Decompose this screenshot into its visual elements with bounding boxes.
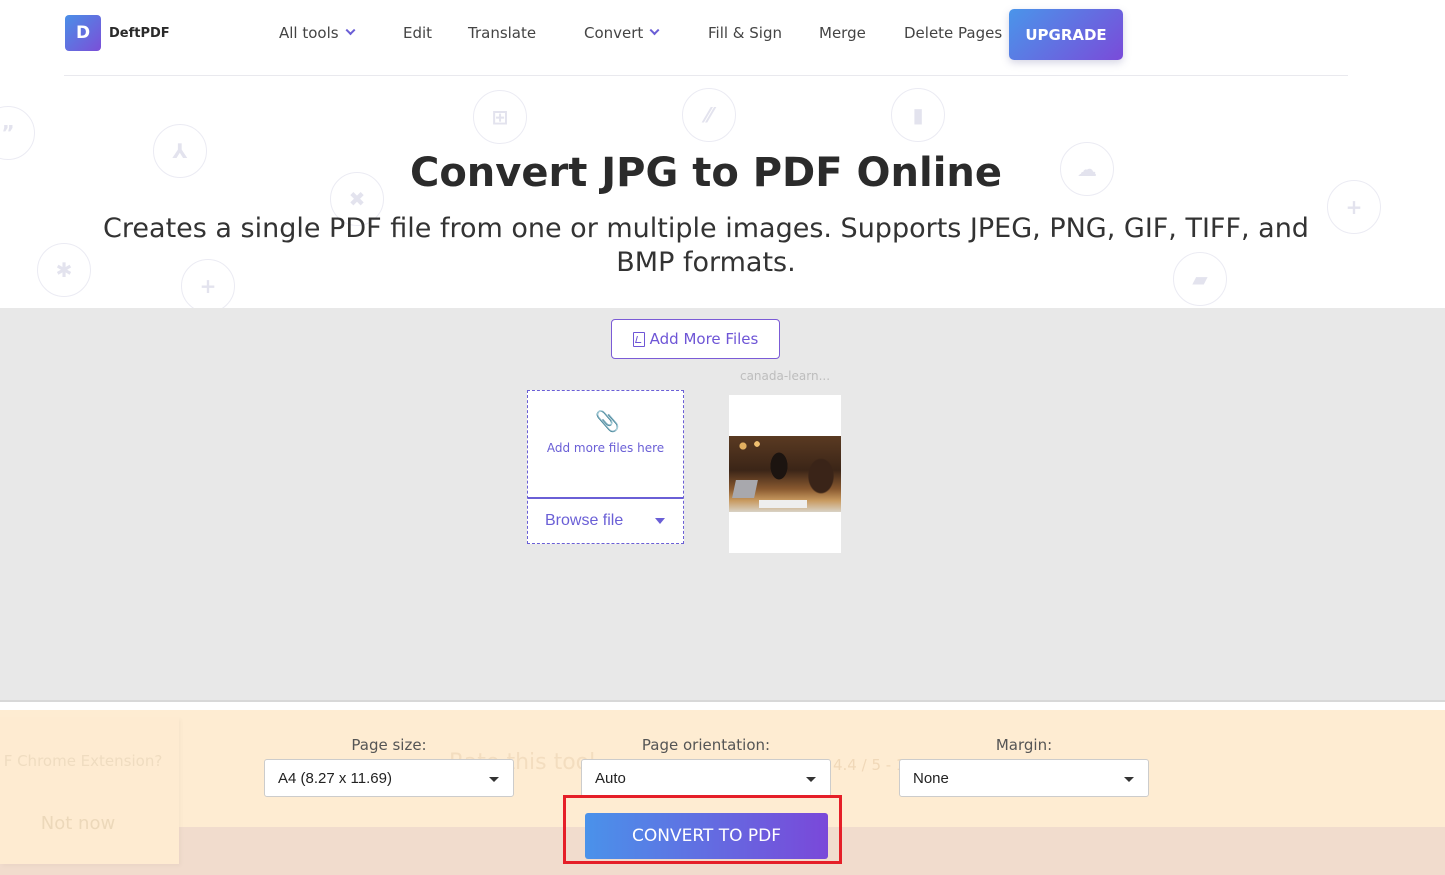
caret-down-icon [489,777,499,782]
page-subtitle: Creates a single PDF file from one or mu… [103,213,1309,278]
page-orientation-label: Page orientation: [641,736,771,754]
hero-section: ” ⅄ ✖ ✱ + ⊞ ⁄⁄ ▮ ☁ + ▰ Convert JPG to PD… [0,76,1445,308]
page-title: Convert JPG to PDF Online [409,150,1003,196]
page-size-value: A4 (8.27 x 11.69) [278,769,392,787]
page-orientation-value: Auto [595,769,626,787]
logo-text: DeftPDF [109,25,170,41]
pdf-file-icon [632,331,645,347]
logo-mark: D [65,15,101,51]
margin-select[interactable]: None [899,759,1149,797]
margin-label: Margin: [995,736,1053,754]
file-name: canada-learn... [739,369,831,383]
caret-down-icon [806,777,816,782]
nav-edit[interactable]: Edit [403,24,432,42]
upgrade-button[interactable]: UPGRADE [1009,9,1123,60]
nav-convert[interactable]: Convert [584,24,660,42]
not-now-button[interactable]: Not now [0,813,156,834]
nav-translate[interactable]: Translate [468,24,536,42]
file-dropzone[interactable]: 📎 Add more files here Browse file [527,390,684,544]
add-more-files-button[interactable]: Add More Files [611,319,780,359]
chevron-down-icon [649,25,660,36]
image-detail [759,500,807,508]
paperclip-icon: 📎 [595,409,620,433]
nav-fill-sign[interactable]: Fill & Sign [708,24,782,42]
nav-label: All tools [279,24,339,42]
nav-all-tools[interactable]: All tools [279,24,356,42]
top-navigation: D DeftPDF All tools Edit Translate Conve… [0,0,1445,76]
nav-delete-pages[interactable]: Delete Pages [904,24,1002,42]
stripes-icon: ⁄⁄ [682,88,736,142]
page-orientation-select[interactable]: Auto [581,759,831,797]
chevron-down-icon [345,25,356,36]
dropzone-text: Add more files here [546,441,665,455]
extension-question: F Chrome Extension? [3,752,163,770]
add-more-files-label: Add More Files [649,330,759,348]
extension-popup: F Chrome Extension? Not now [0,717,179,864]
nav-merge[interactable]: Merge [819,24,866,42]
caret-down-icon [1124,777,1134,782]
rating-score: 4.4 / 5 - 1 [833,756,906,774]
nav-label: Convert [584,24,644,42]
bookmark-icon: ▮ [891,88,945,142]
margin-value: None [913,769,949,787]
image-preview [729,436,841,512]
image-detail [732,480,758,498]
browse-file-dropdown[interactable]: Browse file [528,499,683,543]
file-thumbnail[interactable] [729,395,841,553]
grid-icon: ⊞ [473,90,527,144]
convert-to-pdf-button[interactable]: CONVERT TO PDF [585,813,828,859]
page-size-label: Page size: [351,736,427,754]
browse-file-label: Browse file [545,512,624,529]
logo[interactable]: D DeftPDF [65,15,170,51]
page-size-select[interactable]: A4 (8.27 x 11.69) [264,759,514,797]
caret-down-icon [655,518,665,524]
upload-area: Add More Files 📎 Add more files here Bro… [0,308,1445,702]
